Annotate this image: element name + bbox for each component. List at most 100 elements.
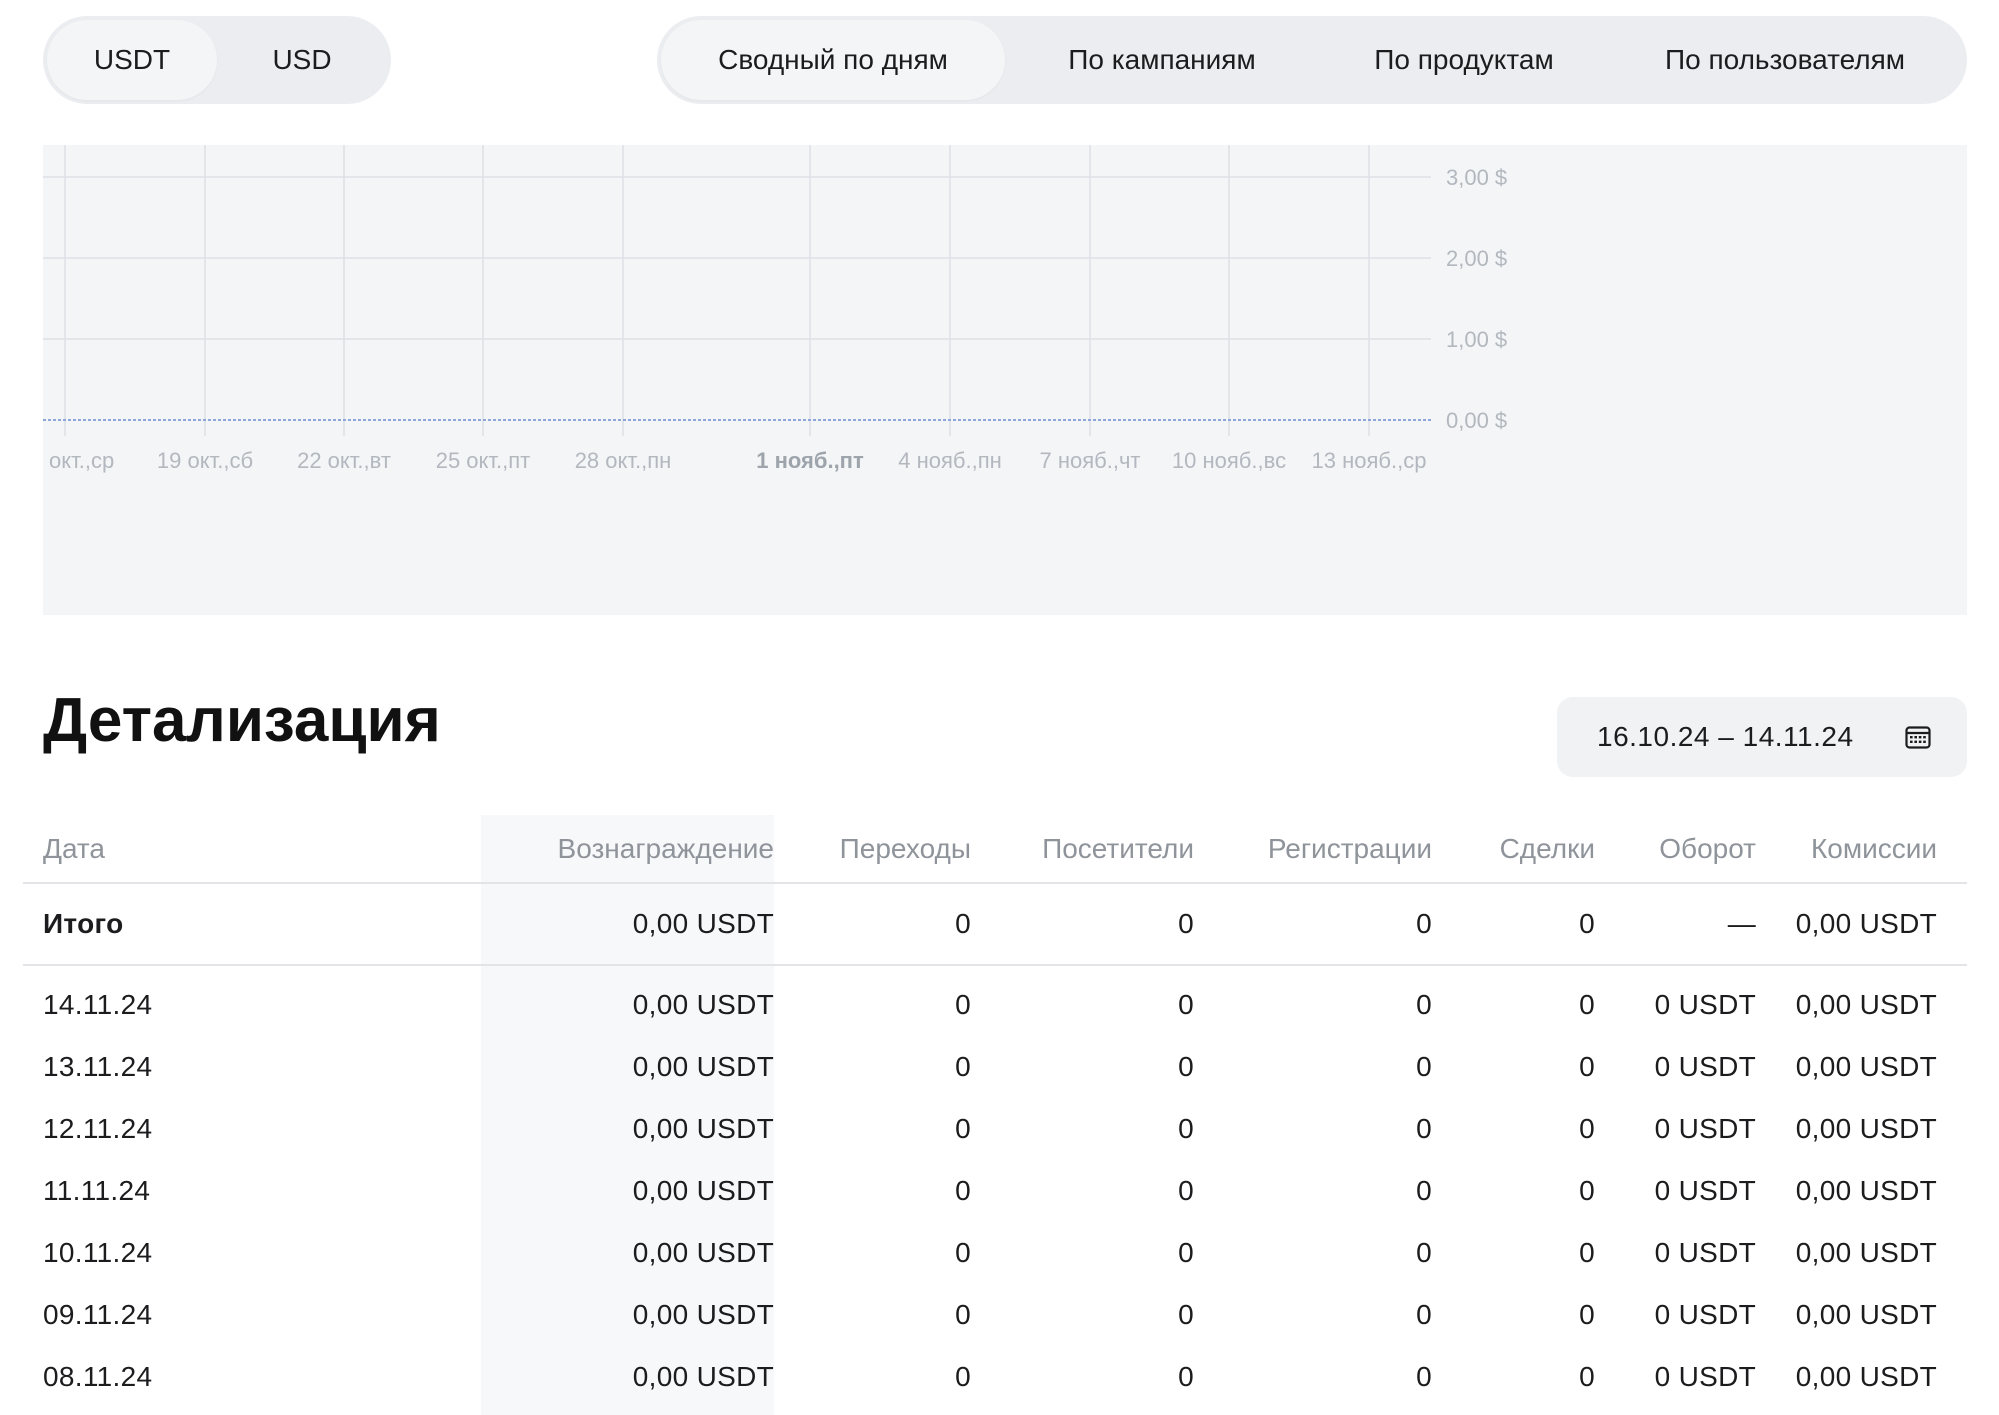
- cell-turnover: 0 USDT: [1654, 1113, 1756, 1144]
- details-table: Дата Вознаграждение Переходы Посетители Реги…: [23, 815, 1967, 1408]
- cell-date: 10.11.24: [43, 1237, 153, 1268]
- cell-commissions: 0,00 USDT: [1795, 1361, 1937, 1392]
- tab-daily-summary[interactable]: Сводный по дням: [661, 20, 1005, 100]
- total-clicks: 0: [774, 883, 971, 966]
- cell-visitors: 0: [1178, 989, 1194, 1020]
- cell-visitors: 0: [1178, 1237, 1194, 1268]
- x-tick-label: окт.,ср: [49, 448, 114, 473]
- column-header-clicks[interactable]: Переходы: [774, 815, 971, 883]
- cell-deals: 0: [1579, 1237, 1595, 1268]
- total-registrations: 0: [1194, 883, 1432, 966]
- cell-registrations: 0: [1416, 989, 1432, 1020]
- cell-visitors: 0: [1178, 1051, 1194, 1082]
- cell-commissions: 0,00 USDT: [1795, 1299, 1937, 1330]
- cell-registrations: 0: [1416, 1361, 1432, 1392]
- cell-commissions: 0,00 USDT: [1795, 989, 1937, 1020]
- table-row[interactable]: 09.11.24 0,00 USDT 0 0 0 0 0 USDT 0,00 USDT: [23, 1284, 1967, 1346]
- x-tick-label: 7 нояб.,чт: [1039, 448, 1140, 473]
- total-turnover: —: [1595, 883, 1756, 966]
- table-row[interactable]: 11.11.24 0,00 USDT 0 0 0 0 0 USDT 0,00 USDT: [23, 1160, 1967, 1222]
- cell-reward: 0,00 USDT: [632, 1237, 774, 1268]
- cell-commissions: 0,00 USDT: [1795, 1175, 1937, 1206]
- total-commissions: 0,00 USDT: [1756, 883, 1967, 966]
- table-row[interactable]: 13.11.24 0,00 USDT 0 0 0 0 0 USDT 0,00 USDT: [23, 1036, 1967, 1098]
- table-total-row: Итого 0,00 USDT 0 0 0 0—0,00 USDT: [23, 883, 1967, 966]
- calendar-icon: [1905, 726, 1931, 749]
- x-tick-label: 25 окт.,пт: [436, 448, 531, 473]
- cell-commissions: 0,00 USDT: [1795, 1237, 1937, 1268]
- x-tick-label: 28 окт.,пн: [575, 448, 672, 473]
- cell-deals: 0: [1579, 989, 1595, 1020]
- cell-reward: 0,00 USDT: [632, 1361, 774, 1392]
- chart-canvas: 0,00 $ 1,00 $ 2,00 $ 3,00 $ окт.,ср 19 окт.,…: [43, 145, 1507, 473]
- cell-date: 14.11.24: [43, 989, 153, 1020]
- column-header-visitors[interactable]: Посетители: [971, 815, 1194, 883]
- x-tick-label: 19 окт.,сб: [157, 448, 253, 473]
- column-header-date[interactable]: Дата: [23, 815, 481, 883]
- column-header-commissions[interactable]: Комиссии: [1756, 815, 1967, 883]
- x-tick-label: 22 окт.,вт: [297, 448, 391, 473]
- cell-reward: 0,00 USDT: [632, 1113, 774, 1144]
- cell-deals: 0: [1579, 1299, 1595, 1330]
- total-deals: 0: [1432, 883, 1595, 966]
- cell-turnover: 0 USDT: [1654, 1175, 1756, 1206]
- currency-toggle: USDT USD: [43, 16, 391, 104]
- tab-by-products[interactable]: По продуктам: [1319, 20, 1609, 100]
- cell-registrations: 0: [1416, 1299, 1432, 1330]
- cell-deals: 0: [1579, 1051, 1595, 1082]
- cell-date: 11.11.24: [43, 1175, 151, 1206]
- y-tick-label: 3,00 $: [1446, 165, 1507, 190]
- x-tick-label: 13 нояб.,ср: [1312, 448, 1427, 473]
- currency-option-usdt[interactable]: USDT: [47, 20, 217, 100]
- date-range-value: 16.10.24 – 14.11.24: [1597, 721, 1854, 752]
- table-row[interactable]: 14.11.24 0,00 USDT 0 0 0 0 0 USDT 0,00 USDT: [23, 965, 1967, 1036]
- cell-date: 09.11.24: [43, 1299, 153, 1330]
- cell-visitors: 0: [1178, 1361, 1194, 1392]
- cell-deals: 0: [1579, 1113, 1595, 1144]
- total-visitors: 0: [971, 883, 1194, 966]
- column-header-turnover[interactable]: Оборот: [1595, 815, 1756, 883]
- column-header-reward[interactable]: Вознаграждение: [481, 815, 774, 883]
- cell-registrations: 0: [1416, 1051, 1432, 1082]
- cell-reward: 0,00 USDT: [632, 989, 774, 1020]
- details-title: Детализация: [43, 686, 441, 755]
- cell-reward: 0,00 USDT: [632, 1051, 774, 1082]
- cell-clicks: 0: [955, 989, 971, 1020]
- table-row[interactable]: 12.11.24 0,00 USDT 0 0 0 0 0 USDT 0,00 USDT: [23, 1098, 1967, 1160]
- cell-registrations: 0: [1416, 1175, 1432, 1206]
- column-header-deals[interactable]: Сделки: [1432, 815, 1595, 883]
- cell-date: 13.11.24: [43, 1051, 153, 1082]
- cell-visitors: 0: [1178, 1113, 1194, 1144]
- cell-turnover: 0 USDT: [1654, 1051, 1756, 1082]
- cell-date: 08.11.24: [43, 1361, 153, 1392]
- report-view-tabs: Сводный по дням По кампаниям По продукта…: [657, 16, 1967, 104]
- tab-by-users[interactable]: По пользователям: [1609, 20, 1961, 100]
- cell-visitors: 0: [1178, 1175, 1194, 1206]
- cell-registrations: 0: [1416, 1237, 1432, 1268]
- cell-visitors: 0: [1178, 1299, 1194, 1330]
- cell-deals: 0: [1579, 1175, 1595, 1206]
- cell-reward: 0,00 USDT: [632, 1175, 774, 1206]
- y-tick-label: 0,00 $: [1446, 408, 1507, 433]
- earnings-chart: 0,00 $ 1,00 $ 2,00 $ 3,00 $ окт.,ср 19 окт.,…: [43, 145, 1967, 615]
- table-row[interactable]: 10.11.24 0,00 USDT 0 0 0 0 0 USDT 0,00 USDT: [23, 1222, 1967, 1284]
- column-header-registrations[interactable]: Регистрации: [1194, 815, 1432, 883]
- y-tick-label: 1,00 $: [1446, 327, 1507, 352]
- x-tick-label: 4 нояб.,пн: [898, 448, 1002, 473]
- cell-registrations: 0: [1416, 1113, 1432, 1144]
- table-row[interactable]: 08.11.24 0,00 USDT 0 0 0 0 0 USDT 0,00 USDT: [23, 1346, 1967, 1408]
- x-tick-label: 10 нояб.,вс: [1172, 448, 1286, 473]
- cell-clicks: 0: [955, 1113, 971, 1144]
- table-header-row: Дата Вознаграждение Переходы Посетители Реги…: [23, 815, 1967, 883]
- currency-option-usd[interactable]: USD: [217, 20, 387, 100]
- tab-by-campaigns[interactable]: По кампаниям: [1005, 20, 1319, 100]
- cell-date: 12.11.24: [43, 1113, 153, 1144]
- date-range-picker[interactable]: 16.10.24 – 14.11.24: [1557, 697, 1967, 777]
- cell-clicks: 0: [955, 1299, 971, 1330]
- cell-reward: 0,00 USDT: [632, 1299, 774, 1330]
- cell-clicks: 0: [955, 1361, 971, 1392]
- cell-clicks: 0: [955, 1051, 971, 1082]
- cell-turnover: 0 USDT: [1654, 1361, 1756, 1392]
- cell-deals: 0: [1579, 1361, 1595, 1392]
- total-date: Итого: [23, 883, 481, 966]
